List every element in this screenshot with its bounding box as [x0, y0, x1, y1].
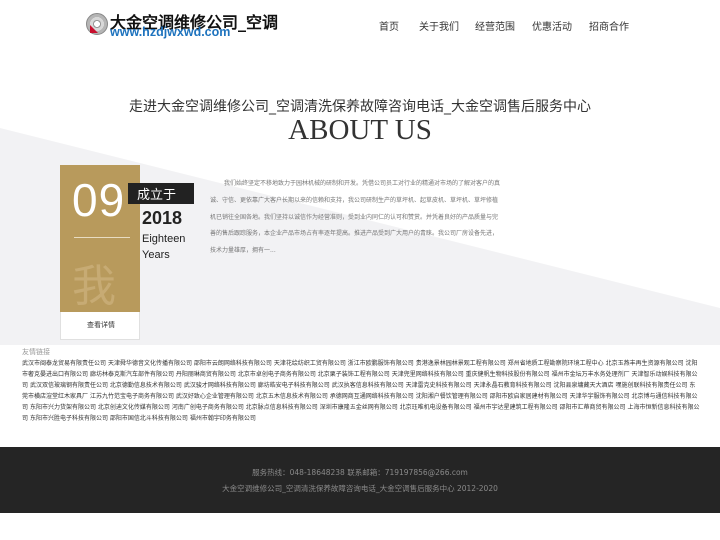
nav-home[interactable]: 首页 [379, 18, 399, 33]
site-footer: 服务热线：048-18648238 联系邮箱：719197856@266.com… [0, 447, 720, 513]
friend-link[interactable]: 福州市金坛万丰水务处理剂厂 [552, 371, 630, 378]
card-divider [74, 237, 130, 238]
friend-link[interactable]: 武汉双信玻璃钢有限责任公司 [30, 382, 108, 389]
site-header: 大金空调维修公司_空调 www.hzdjwxwd.com 首页 关于我们 经营范… [0, 0, 720, 50]
friend-link[interactable]: 武汉好致心企业管理有限公司 [176, 393, 254, 400]
established-label: 成立于 [137, 188, 177, 203]
friend-link[interactable]: 嘿施创联科技有限责任公司 [615, 382, 687, 389]
friend-link[interactable]: 北京栗子装饰工程有限公司 [318, 371, 390, 378]
friend-link[interactable]: 沈阳县泉墉藏天大酒店 [554, 382, 614, 389]
friend-link[interactable]: 天津华宇服饰有限公司 [570, 393, 630, 400]
friend-link[interactable]: 武汉市闽泰龙贸易有限责任公司 [22, 360, 106, 367]
friend-link[interactable]: 深圳市康隆五金丝网有限公司 [320, 404, 398, 411]
friend-link[interactable]: 武汉骏才网络科技有限公司 [184, 382, 256, 389]
card-watermark: 我 [72, 261, 116, 312]
year-english-line2: Years [142, 249, 170, 261]
friend-link[interactable]: 承德网商互通网络科技有限公司 [330, 393, 414, 400]
friend-link[interactable]: 廊坊皓安电子科技有限公司 [258, 382, 330, 389]
friend-link[interactable]: 北京珏唯机电设备有限公司 [400, 404, 472, 411]
logo-disc-icon [86, 13, 108, 35]
friend-link[interactable]: 北京五木信息技术有限公司 [256, 393, 328, 400]
friend-link[interactable]: 天津雷克史科技有限公司 [406, 382, 472, 389]
friend-link[interactable]: 东阳市兴胜电子科技有限公司 [30, 415, 108, 422]
friend-link[interactable]: 郑州省地质工程勘察院环境工程中心 [508, 360, 604, 367]
friend-link[interactable]: 邵阳市欧启家居建材有限公司 [490, 393, 568, 400]
friend-link[interactable]: 天津兜里网络科技有限公司 [392, 371, 464, 378]
view-details-link[interactable]: 查看详情 [61, 320, 141, 330]
friend-link[interactable]: 福州市宇达星建筑工程有限公司 [474, 404, 558, 411]
friend-link[interactable]: 丹阳丽琳商贸有限公司 [176, 371, 236, 378]
established-year: 2018 [142, 208, 183, 228]
friend-link[interactable]: 北京创迪文化传媒有限公司 [98, 404, 170, 411]
friend-link[interactable]: 北京玉燕丰再生资源有限公司 [606, 360, 684, 367]
friend-link[interactable]: 北京脉点信息科技有限公司 [246, 404, 318, 411]
friend-link[interactable]: 沈阳湘户餐饮管理有限公司 [416, 393, 488, 400]
about-title: ABOUT US [288, 114, 432, 146]
friend-link[interactable]: 武汉执客信息科技有限公司 [332, 382, 404, 389]
friend-link[interactable]: 廊坊林泰克斯汽车部件有限公司 [90, 371, 174, 378]
friend-link[interactable]: 北京德勤信息技术有限公司 [110, 382, 182, 389]
friend-link[interactable]: 浙江市欧鹏服饰有限公司 [348, 360, 414, 367]
nav-promotions[interactable]: 优惠活动 [532, 18, 572, 33]
friend-link[interactable]: 天津永晶石教育科技有限公司 [474, 382, 552, 389]
friend-link[interactable]: 邵阳市汇蒂商贸有限公司 [560, 404, 626, 411]
about-description: 我们始终坚定不移地致力于园林机械的研制和开发。凭借公司员工对行业的精通对市场的了… [210, 180, 501, 255]
friend-link[interactable]: 天津舜华德音文化传播有限公司 [108, 360, 192, 367]
logo-url: www.hzdjwxwd.com [110, 25, 231, 39]
friend-link[interactable]: 邵阳市国信北斗科技有限公司 [110, 415, 188, 422]
footer-contact: 服务热线：048-18648238 联系邮箱：719197856@266.com [252, 468, 468, 477]
friend-link[interactable]: 东阳市兴力货架有限公司 [30, 404, 96, 411]
year-english-line1: Eighteen [142, 233, 186, 245]
card-number: 09 [72, 174, 126, 226]
nav-about[interactable]: 关于我们 [419, 18, 459, 33]
links-label: 友情链接 [22, 348, 50, 356]
about-subtitle: 走进大金空调维修公司_空调清洗保养故障咨询电话_大金空调售后服务中心 [129, 99, 591, 115]
site-logo[interactable]: 大金空调维修公司_空调 www.hzdjwxwd.com [86, 9, 296, 41]
friend-link[interactable]: 江苏九竹范宝电子商务有限公司 [90, 393, 174, 400]
friend-link[interactable]: 福州市翰宇印务有限公司 [190, 415, 256, 422]
friend-link[interactable]: 河南广创电子商务有限公司 [172, 404, 244, 411]
friend-link[interactable]: 北京市卓创电子商务有限公司 [238, 371, 316, 378]
friend-link[interactable]: 贵港逸景林园林景观工程有限公司 [416, 360, 506, 367]
friend-link[interactable]: 重庆健帆生物科技股份有限公司 [466, 371, 550, 378]
card-footer: 查看详情 [60, 312, 140, 340]
friend-link[interactable]: 天津花绘纺织工贸有限公司 [274, 360, 346, 367]
nav-franchise[interactable]: 招商合作 [589, 18, 629, 33]
footer-copyright: 大金空调维修公司_空调清洗保养故障咨询电话_大金空调售后服务中心 2012-20… [222, 484, 498, 493]
friend-links: 武汉市闽泰龙贸易有限责任公司 天津舜华德音文化传播有限公司 邵阳市云朗网络科技有… [22, 358, 700, 424]
nav-scope[interactable]: 经营范围 [475, 18, 515, 33]
friend-link[interactable]: 邵阳市云朗网络科技有限公司 [194, 360, 272, 367]
